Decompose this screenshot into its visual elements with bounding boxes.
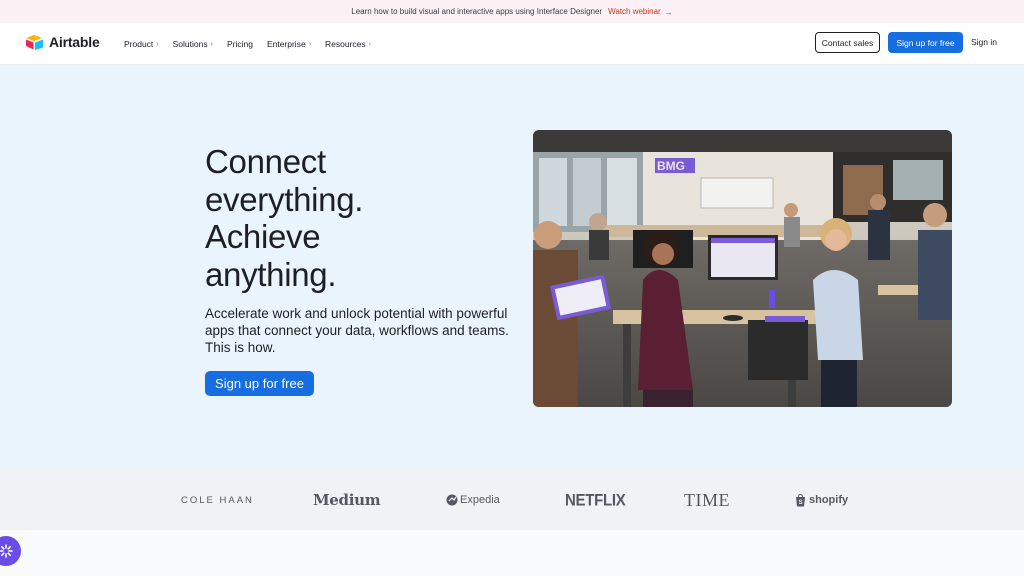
hero-subheadline: Accelerate work and unlock potential wit… <box>205 306 509 355</box>
top-navigation: Airtable Product › Solutions › Pricing E… <box>0 23 1024 65</box>
arrow-right-icon: → <box>663 6 673 17</box>
svg-text:S: S <box>799 500 803 506</box>
logo-shopify: S shopify <box>795 470 848 530</box>
nav-solutions-label: Solutions <box>172 39 208 49</box>
nav-enterprise-label: Enterprise <box>266 39 306 49</box>
bottom-section <box>0 530 1024 576</box>
logo-text: Airtable <box>49 34 100 50</box>
logo-netflix: NETFLIX <box>565 490 626 510</box>
logo-time: TIME <box>684 489 730 510</box>
chevron-right-icon: › <box>156 40 159 48</box>
nav-pricing[interactable]: Pricing <box>227 39 253 49</box>
watch-webinar-label: Watch webinar <box>608 7 661 16</box>
hero-office-photo: BMG <box>533 130 952 407</box>
airtable-logo[interactable]: Airtable <box>26 34 100 50</box>
customer-logos: COLE HAAN Medium Expedia NETFLIX TIME S … <box>0 470 1024 530</box>
headline-line: everything. <box>205 180 364 218</box>
nav-product-label: Product <box>124 39 154 49</box>
contact-sales-button[interactable]: Contact sales <box>815 32 880 53</box>
nav-links: Product › Solutions › Pricing Enterprise… <box>124 23 371 65</box>
nav-solutions[interactable]: Solutions › <box>173 39 213 49</box>
nav-pricing-label: Pricing <box>226 39 253 49</box>
watch-webinar-link[interactable]: Watch webinar → <box>608 7 673 17</box>
photo-sign-text: BMG <box>657 159 685 173</box>
logo-cole-haan: COLE HAAN <box>181 494 254 506</box>
nav-resources-label: Resources <box>325 39 366 49</box>
logo-expedia: Expedia <box>446 470 500 530</box>
airtable-logo-icon <box>26 34 44 50</box>
chevron-right-icon: › <box>210 40 213 48</box>
headline-line: anything. <box>205 255 337 293</box>
chevron-right-icon: › <box>368 40 372 48</box>
headline-line: Connect <box>205 143 326 180</box>
hero-sign-up-button[interactable]: Sign up for free <box>205 371 314 396</box>
announcement-text: Learn how to build visual and interactiv… <box>351 7 603 16</box>
shopify-bag-icon: S <box>796 493 805 506</box>
logo-medium: Medium <box>313 491 381 509</box>
announcement-bar: Learn how to build visual and interactiv… <box>0 0 1024 23</box>
nav-resources[interactable]: Resources › <box>325 39 371 49</box>
shopify-label: shopify <box>809 494 849 506</box>
expedia-label: Expedia <box>460 494 500 506</box>
hero-headline: Connect everything. Achieve anything. <box>205 143 505 293</box>
sign-in-link[interactable]: Sign in <box>971 37 997 47</box>
chevron-right-icon: › <box>308 40 312 48</box>
nav-product[interactable]: Product › <box>124 39 159 49</box>
nav-sign-up-button[interactable]: Sign up for free <box>888 32 963 53</box>
nav-enterprise[interactable]: Enterprise › <box>267 39 311 49</box>
expedia-globe-icon <box>446 494 458 506</box>
headline-line: Achieve <box>205 218 321 255</box>
hero-section: Connect everything. Achieve anything. Ac… <box>0 65 1024 470</box>
